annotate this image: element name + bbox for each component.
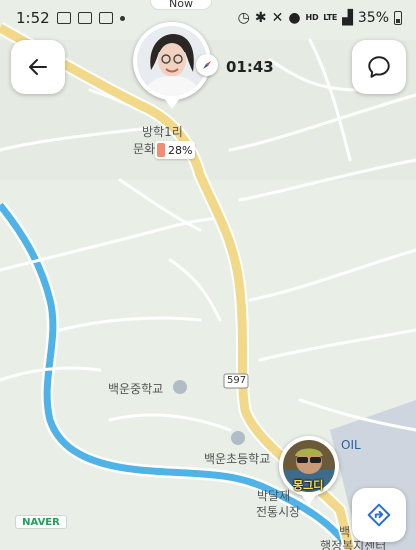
battery-percent: 35% — [357, 10, 389, 26]
map-label-market: 전통시장 — [256, 505, 301, 519]
friend-name-label: 몽그디 — [293, 479, 324, 492]
battery-icon — [394, 11, 402, 25]
battery-tag: 28% — [155, 141, 195, 159]
chat-button[interactable] — [352, 40, 406, 94]
battery-level-fill — [157, 143, 165, 157]
image-icon — [98, 12, 113, 24]
battery-tag-label: 28% — [168, 143, 193, 157]
map-label-middle-school: 백운중학교 — [108, 382, 164, 396]
bluetooth-icon: ✱ — [254, 10, 267, 26]
map-label-munhwa: 문화 — [133, 142, 156, 156]
map-label-elementary-school: 백운초등학교 — [204, 452, 271, 466]
location-icon: ● — [288, 10, 301, 26]
map-label-banghak: 방학1리 — [142, 125, 183, 139]
notification-dot-icon — [119, 15, 125, 21]
signal-icon: ▟ — [342, 10, 353, 26]
naver-logo: NAVER — [15, 515, 67, 529]
back-arrow-icon — [29, 59, 47, 75]
lte-label: LTE — [323, 13, 338, 22]
map-label-bakdaljae: 박달재 — [257, 489, 291, 503]
now-pill[interactable]: Now — [150, 0, 212, 10]
chat-bubble-icon — [368, 56, 390, 78]
elapsed-timer: 01:43 — [226, 58, 274, 76]
map-label-oil: OIL — [341, 438, 361, 452]
route-number-label: 597 — [227, 375, 247, 386]
calendar-icon — [56, 12, 71, 24]
compass-button[interactable] — [196, 54, 218, 76]
mute-icon: ✕ — [271, 10, 284, 26]
back-button[interactable] — [11, 40, 65, 94]
share-route-button[interactable] — [352, 488, 406, 542]
share-route-icon — [367, 503, 391, 527]
alarm-icon: ◷ — [237, 10, 250, 26]
hd-label: HD — [305, 13, 319, 22]
person-icon — [77, 12, 92, 24]
compass-icon — [203, 61, 211, 69]
status-time: 1:52 — [16, 9, 50, 27]
